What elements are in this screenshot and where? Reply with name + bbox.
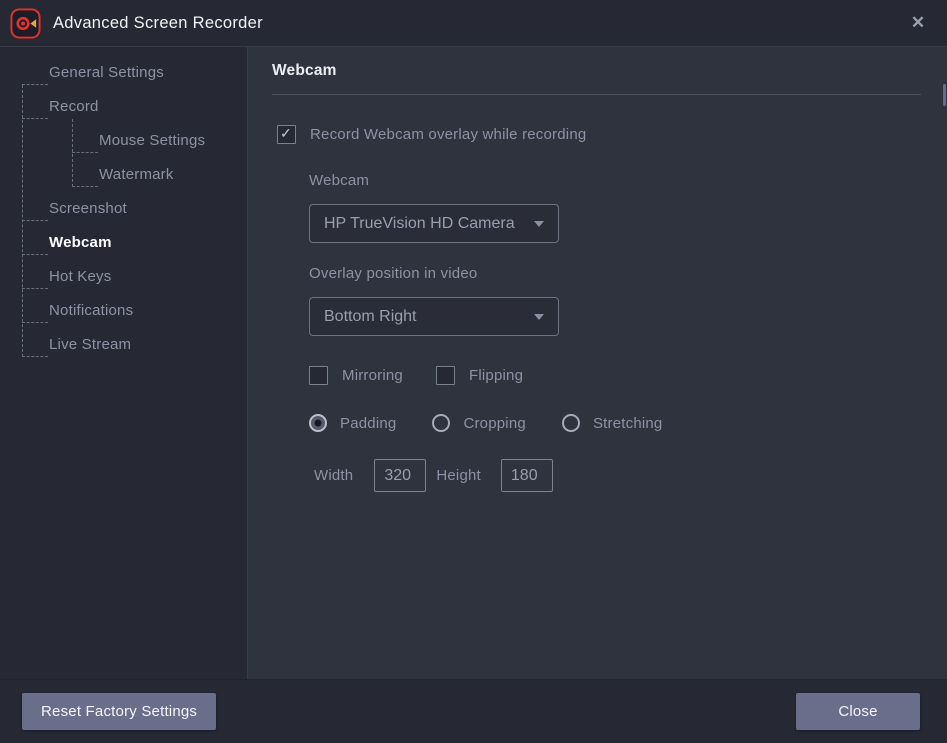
- sidebar-item-screenshot[interactable]: Screenshot: [0, 192, 247, 226]
- heading-divider: [272, 94, 921, 95]
- tree-dash: [22, 118, 48, 119]
- tree-dash: [72, 186, 98, 187]
- scale-mode-row: Padding Cropping Stretching: [309, 414, 921, 432]
- webcam-device-dropdown[interactable]: HP TrueVision HD Camera: [309, 204, 559, 243]
- tree-dash: [22, 220, 48, 221]
- app-window: Advanced Screen Recorder ✕ General Setti…: [0, 0, 947, 743]
- sidebar-item-label: General Settings: [49, 56, 164, 90]
- flipping-checkbox[interactable]: ✓: [436, 366, 455, 385]
- sidebar-item-notifications[interactable]: Notifications: [0, 294, 247, 328]
- app-logo-icon: [10, 8, 41, 39]
- stretching-label: Stretching: [593, 415, 663, 432]
- tree-dash: [22, 288, 48, 289]
- record-overlay-checkbox[interactable]: ✓: [277, 125, 296, 144]
- sidebar-item-record[interactable]: Record: [0, 90, 247, 124]
- mirroring-checkbox[interactable]: ✓: [309, 366, 328, 385]
- titlebar: Advanced Screen Recorder ✕: [0, 0, 947, 47]
- record-overlay-row: ✓ Record Webcam overlay while recording: [277, 125, 921, 144]
- webcam-options-form: Webcam HP TrueVision HD Camera Overlay p…: [309, 172, 921, 492]
- tree-dash: [22, 84, 48, 85]
- chevron-down-icon: [534, 314, 544, 320]
- overlay-position-value: Bottom Right: [324, 308, 526, 326]
- page-title: Webcam: [272, 47, 921, 80]
- sidebar-item-label: Webcam: [49, 226, 112, 260]
- mirroring-label: Mirroring: [342, 367, 403, 384]
- padding-label: Padding: [340, 415, 396, 432]
- tree-dash: [22, 254, 48, 255]
- footer-bar: Reset Factory Settings Close: [0, 679, 947, 743]
- sidebar-item-label: Hot Keys: [49, 260, 111, 294]
- height-input[interactable]: [501, 459, 553, 492]
- tree-dash: [72, 152, 98, 153]
- settings-nav-sidebar: General Settings Record Mouse Settings W…: [0, 47, 248, 679]
- mirroring-option: ✓ Mirroring: [309, 366, 403, 385]
- sidebar-item-label: Record: [49, 90, 99, 124]
- flip-mirror-row: ✓ Mirroring ✓ Flipping: [309, 366, 921, 385]
- sidebar-item-label: Mouse Settings: [99, 124, 205, 158]
- sidebar-item-label: Live Stream: [49, 328, 131, 362]
- tree-dash: [22, 356, 48, 357]
- sidebar-item-webcam[interactable]: Webcam: [0, 226, 247, 260]
- flipping-option: ✓ Flipping: [436, 366, 523, 385]
- close-button[interactable]: Close: [796, 693, 920, 730]
- sidebar-item-label: Screenshot: [49, 192, 127, 226]
- main-area: General Settings Record Mouse Settings W…: [0, 47, 947, 679]
- width-label: Width: [314, 467, 353, 484]
- sidebar-item-mouse-settings[interactable]: Mouse Settings: [0, 124, 247, 158]
- webcam-device-label: Webcam: [309, 172, 921, 189]
- cropping-radio[interactable]: [432, 414, 450, 432]
- reset-factory-settings-button[interactable]: Reset Factory Settings: [22, 693, 216, 730]
- width-input[interactable]: [374, 459, 426, 492]
- overlay-size-row: Width Height: [314, 459, 921, 492]
- overlay-position-dropdown[interactable]: Bottom Right: [309, 297, 559, 336]
- window-close-icon[interactable]: ✕: [905, 10, 931, 36]
- record-overlay-label: Record Webcam overlay while recording: [310, 126, 586, 143]
- stretching-radio[interactable]: [562, 414, 580, 432]
- sidebar-item-watermark[interactable]: Watermark: [0, 158, 247, 192]
- flipping-label: Flipping: [469, 367, 523, 384]
- window-title: Advanced Screen Recorder: [53, 14, 263, 33]
- overlay-position-label: Overlay position in video: [309, 265, 921, 282]
- sidebar-item-live-stream[interactable]: Live Stream: [0, 328, 247, 362]
- checkmark-icon: ✓: [280, 125, 292, 142]
- padding-radio[interactable]: [309, 414, 327, 432]
- scrollbar-thumb[interactable]: [943, 84, 946, 106]
- cropping-label: Cropping: [463, 415, 525, 432]
- chevron-down-icon: [534, 221, 544, 227]
- cropping-option: Cropping: [432, 414, 525, 432]
- webcam-settings-panel: Webcam ✓ Record Webcam overlay while rec…: [248, 47, 947, 679]
- sidebar-item-hot-keys[interactable]: Hot Keys: [0, 260, 247, 294]
- webcam-device-value: HP TrueVision HD Camera: [324, 215, 526, 233]
- sidebar-item-label: Notifications: [49, 294, 133, 328]
- tree-dash: [22, 322, 48, 323]
- sidebar-item-label: Watermark: [99, 158, 174, 192]
- stretching-option: Stretching: [562, 414, 663, 432]
- sidebar-item-general-settings[interactable]: General Settings: [0, 56, 247, 90]
- padding-option: Padding: [309, 414, 396, 432]
- height-label: Height: [436, 467, 481, 484]
